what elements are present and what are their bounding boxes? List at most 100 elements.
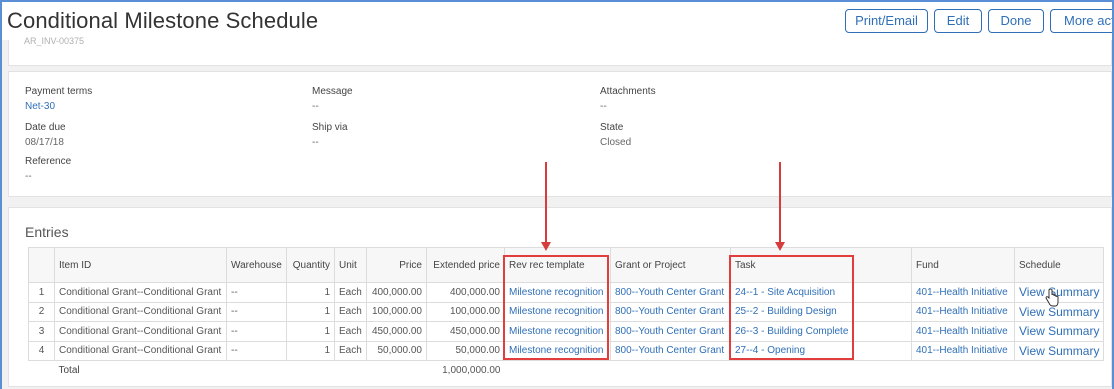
record-id: AR_INV-00375 [24, 36, 85, 46]
extended-price-cell: 50,000.00 [426, 340, 505, 361]
table-row: 3 Conditional Grant--Conditional Grant -… [28, 321, 1105, 342]
state-field: State Closed [600, 122, 631, 148]
table-row: 2 Conditional Grant--Conditional Grant -… [28, 301, 1105, 322]
rev-rec-template-link[interactable]: Milestone recognition [504, 282, 611, 303]
page-header: Conditional Milestone Schedule Print/Ema… [2, 2, 1112, 40]
date-due-value: 08/17/18 [25, 137, 64, 148]
grant-project-link[interactable]: 800--Youth Center Grant [610, 301, 731, 322]
state-value: Closed [600, 137, 632, 148]
message-field: Message -- [312, 86, 353, 112]
price-cell: 100,000.00 [366, 301, 427, 322]
rev-rec-template-link[interactable]: Milestone recognition [504, 340, 611, 361]
total-value: 1,000,000.00 [426, 360, 505, 380]
fund-link[interactable]: 401--Health Initiative [911, 282, 1015, 303]
date-due-label: Date due [25, 122, 66, 133]
task-link[interactable]: 26--3 - Building Complete [730, 321, 912, 342]
col-header-fund[interactable]: Fund [911, 247, 1015, 283]
payment-terms-field: Payment terms Net-30 [25, 86, 92, 112]
attachments-label: Attachments [600, 86, 656, 97]
attachments-field: Attachments -- [600, 86, 656, 112]
task-link[interactable]: 27--4 - Opening [730, 340, 912, 361]
total-spacer [226, 360, 427, 380]
done-button[interactable]: Done [988, 9, 1044, 33]
page-title: Conditional Milestone Schedule [7, 8, 319, 33]
quantity-cell: 1 [286, 282, 335, 303]
reference-value: -- [25, 171, 32, 182]
quantity-cell: 1 [286, 340, 335, 361]
price-cell: 50,000.00 [366, 340, 427, 361]
fund-link[interactable]: 401--Health Initiative [911, 321, 1015, 342]
payment-terms-value[interactable]: Net-30 [25, 101, 92, 112]
state-label: State [600, 122, 624, 133]
rev-rec-template-link[interactable]: Milestone recognition [504, 321, 611, 342]
col-header-quantity[interactable]: Quantity [286, 247, 335, 283]
reference-field: Reference -- [25, 156, 71, 182]
row-number: 3 [28, 321, 55, 342]
grant-project-link[interactable]: 800--Youth Center Grant [610, 321, 731, 342]
ship-via-label: Ship via [312, 122, 348, 133]
arrow-to-rev-rec-head [541, 242, 551, 251]
rev-rec-template-link[interactable]: Milestone recognition [504, 301, 611, 322]
extended-price-cell: 100,000.00 [426, 301, 505, 322]
total-spacer [504, 360, 1104, 380]
edit-button[interactable]: Edit [934, 9, 982, 33]
message-label: Message [312, 86, 353, 97]
col-header-rev-rec-template[interactable]: Rev rec template [504, 247, 611, 283]
item-id-cell: Conditional Grant--Conditional Grant [54, 340, 227, 361]
col-header-warehouse[interactable]: Warehouse [226, 247, 287, 283]
ship-via-field: Ship via -- [312, 122, 348, 148]
arrow-to-task [779, 162, 781, 243]
view-summary-link[interactable]: View Summary [1013, 282, 1105, 303]
unit-cell: Each [334, 301, 367, 322]
item-id-cell: Conditional Grant--Conditional Grant [54, 321, 227, 342]
col-header-grant-or-project[interactable]: Grant or Project [610, 247, 731, 283]
entries-panel: Entries Item ID Warehouse Quantity Unit … [8, 207, 1112, 387]
more-actions-button[interactable]: More actions [1050, 9, 1112, 33]
grant-project-link[interactable]: 800--Youth Center Grant [610, 282, 731, 303]
entries-title: Entries [25, 224, 69, 240]
task-link[interactable]: 24--1 - Site Acquisition [730, 282, 912, 303]
price-cell: 400,000.00 [366, 282, 427, 303]
col-header-task[interactable]: Task [730, 247, 912, 283]
quantity-cell: 1 [286, 321, 335, 342]
unit-cell: Each [334, 282, 367, 303]
fund-link[interactable]: 401--Health Initiative [911, 340, 1015, 361]
grant-project-link[interactable]: 800--Youth Center Grant [610, 340, 731, 361]
date-due-field: Date due 08/17/18 [25, 122, 66, 148]
col-header-unit[interactable]: Unit [334, 247, 367, 283]
extended-price-cell: 450,000.00 [426, 321, 505, 342]
col-header-extended-price[interactable]: Extended price [426, 247, 505, 283]
reference-label: Reference [25, 156, 72, 167]
view-summary-link[interactable]: View Summary [1013, 340, 1105, 361]
view-summary-link[interactable]: View Summary [1013, 321, 1105, 342]
view-summary-link[interactable]: View Summary [1013, 301, 1105, 322]
col-header-item-id[interactable]: Item ID [54, 247, 227, 283]
details-panel: Payment terms Net-30 Message -- Attachme… [8, 71, 1112, 197]
extended-price-cell: 400,000.00 [426, 282, 505, 303]
row-number: 2 [28, 301, 55, 322]
row-number: 1 [28, 282, 55, 303]
arrow-to-rev-rec [545, 162, 547, 243]
total-label: Total [54, 360, 227, 380]
attachments-value: -- [600, 101, 607, 112]
item-id-cell: Conditional Grant--Conditional Grant [54, 282, 227, 303]
warehouse-cell: -- [226, 301, 287, 322]
row-number: 4 [28, 340, 55, 361]
total-row: Total 1,000,000.00 [28, 360, 1104, 380]
payment-terms-label: Payment terms [25, 86, 93, 97]
task-link[interactable]: 25--2 - Building Design [730, 301, 912, 322]
price-cell: 450,000.00 [366, 321, 427, 342]
item-id-cell: Conditional Grant--Conditional Grant [54, 301, 227, 322]
col-header-schedule[interactable]: Schedule [1013, 247, 1105, 283]
ship-via-value: -- [312, 137, 319, 148]
col-header-num [28, 247, 55, 283]
record-id-strip [8, 40, 1112, 66]
warehouse-cell: -- [226, 282, 287, 303]
fund-link[interactable]: 401--Health Initiative [911, 301, 1015, 322]
hand-cursor-icon [1045, 289, 1059, 307]
table-row: 1 Conditional Grant--Conditional Grant -… [28, 282, 1105, 303]
message-value: -- [312, 101, 319, 112]
quantity-cell: 1 [286, 301, 335, 322]
col-header-price[interactable]: Price [366, 247, 427, 283]
print-email-button[interactable]: Print/Email [845, 9, 928, 33]
